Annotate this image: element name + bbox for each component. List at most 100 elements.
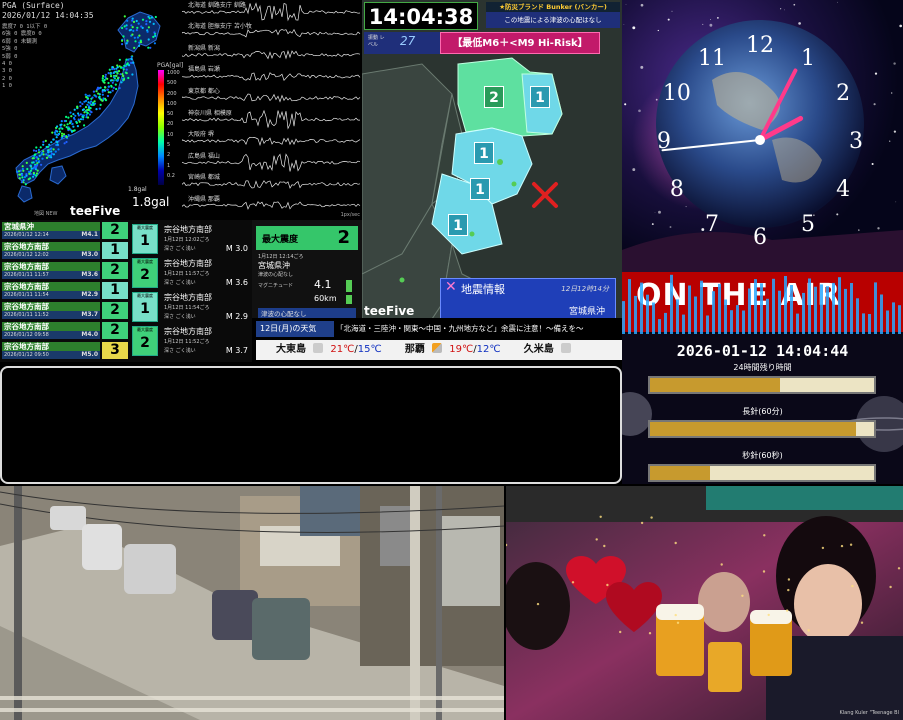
- pga-station-dot: [99, 103, 102, 106]
- pga-station-dot: [125, 27, 128, 30]
- spectrum-bar: [886, 310, 889, 334]
- earthquake-region: 宗谷地方南部: [2, 342, 100, 351]
- pga-station-dot: [79, 118, 83, 121]
- star: [671, 10, 673, 12]
- pga-monitor-panel: PGA (Surface) 2026/01/12 14:04:35 震度7 0 …: [0, 0, 362, 220]
- pga-station-dot: [135, 19, 138, 23]
- pga-station-dot: [145, 23, 148, 26]
- pga-station-dot: [132, 29, 135, 32]
- pga-station-dot: [118, 65, 121, 68]
- pga-scale-tick: 500: [167, 80, 177, 87]
- pga-station-dot: [21, 174, 24, 177]
- pga-station-dot: [32, 171, 36, 175]
- spectrum-bar: [634, 295, 637, 334]
- earthquake-magnitude: M3.6: [81, 271, 98, 278]
- earthquake-time: 2026/01/12 12:14 M4.1: [2, 231, 100, 239]
- sponsor-title: ★防災ブランド Bunker (バンカー): [486, 2, 620, 12]
- earthquake-intensity: 2: [102, 322, 128, 339]
- earthquake-magnitude: M3.0: [81, 251, 98, 258]
- pga-station-dot: [95, 108, 98, 111]
- waveform-station-label: 広島県 福山: [188, 153, 220, 160]
- pga-station-dot: [32, 149, 36, 152]
- regional-brand-logo: teeFive: [364, 304, 415, 318]
- pga-station-dot: [120, 81, 123, 84]
- weather-high: 21℃: [330, 344, 355, 355]
- earthquake-timestamp: 2026/01/12 09:50: [4, 352, 49, 358]
- pga-color-scale: [158, 70, 164, 185]
- pga-station-dot: [147, 38, 150, 41]
- street-scene: [0, 486, 504, 720]
- pga-station-dot: [123, 25, 126, 28]
- earthquake-region: 宗谷地方南部: [2, 262, 100, 271]
- star: [717, 17, 719, 19]
- pga-station-dot: [107, 81, 110, 85]
- pga-station-dot: [136, 36, 139, 39]
- progress-bar: [648, 376, 876, 394]
- sparkle: [851, 584, 854, 588]
- pga-station-dot: [132, 61, 135, 64]
- clock-numeral: 12: [746, 33, 774, 58]
- earthquake-history-row: 宗谷地方南部 2026/01/11 11:54 M2.9 1: [2, 282, 128, 299]
- pga-station-dot: [27, 170, 31, 173]
- pga-station-dot: [22, 179, 25, 182]
- spectrum-bar: [652, 302, 655, 334]
- sparkle: [849, 543, 853, 546]
- magnitude-label: マグニチュード: [258, 283, 294, 289]
- pga-station-dot: [51, 131, 54, 134]
- earthquake-magnitude: M3.7: [81, 311, 98, 318]
- pga-station-dot: [38, 160, 41, 163]
- spectrum-bar: [682, 314, 685, 334]
- pga-station-dot: [122, 35, 125, 38]
- intensity-badge-value: 2: [140, 335, 150, 351]
- star: [632, 26, 636, 30]
- pga-station-dot: [89, 102, 92, 105]
- pga-station-dot: [73, 129, 76, 132]
- star: [624, 103, 627, 106]
- intensity-badge-value: 1: [140, 301, 150, 317]
- pga-station-dot: [57, 133, 60, 137]
- pga-station-dot: [50, 152, 54, 155]
- weather-high: 19℃: [449, 344, 474, 355]
- pga-station-dot: [118, 87, 121, 90]
- pga-station-dot: [45, 156, 49, 159]
- pga-station-dot: [24, 183, 27, 186]
- spectrum-bar: [784, 276, 787, 334]
- pga-station-dot: [133, 36, 136, 39]
- pga-station-dot: [76, 125, 79, 128]
- pga-station-dot: [125, 24, 128, 27]
- spectrum-bar: [706, 315, 709, 334]
- pga-station-dot: [81, 108, 84, 112]
- max-intensity-note: 津波の心配なし: [258, 272, 294, 278]
- pga-station-dot: [130, 61, 133, 64]
- waveform-station-label: 沖縄県 那覇: [188, 196, 220, 203]
- cloudy-icon: [560, 343, 571, 353]
- earthquake-timestamp: 2026/01/12 12:14: [4, 232, 49, 238]
- pga-station-dot: [110, 84, 113, 87]
- on-air-datetime: 2026-01-12 14:04:44: [676, 342, 849, 360]
- star: [893, 130, 897, 133]
- spectrum-bar: [670, 274, 673, 334]
- pga-station-dot: [58, 130, 62, 133]
- pga-station-dot: [112, 86, 115, 89]
- weather-strip: 12日(月)の天気 「北海道・三陸沖・関東～中国・九州地方など」余震に注意！～備…: [252, 318, 622, 362]
- intensity-badge-value: 1: [140, 233, 150, 249]
- spectrum-bar: [778, 290, 781, 334]
- pga-station-dot: [86, 108, 89, 111]
- star: [836, 213, 839, 216]
- pga-station-dot: [71, 123, 74, 126]
- depth-value: 60km: [314, 294, 337, 303]
- pga-station-dot: [107, 72, 110, 75]
- pga-station-dot: [128, 64, 131, 67]
- pga-station-dot: [70, 115, 73, 118]
- pga-credit: 地図 NEW: [34, 211, 58, 217]
- pga-station-dot: [96, 88, 99, 91]
- waveform-unit: 1px/sec: [340, 212, 360, 218]
- pga-station-dot: [82, 116, 85, 119]
- progress-label: 長針(60分): [742, 407, 783, 416]
- waveform-trace: [182, 93, 361, 103]
- pga-station-dot: [25, 161, 28, 164]
- pga-station-dot: [133, 46, 136, 50]
- star: [640, 65, 644, 69]
- star: [873, 103, 876, 106]
- spectrum-bar: [898, 305, 901, 334]
